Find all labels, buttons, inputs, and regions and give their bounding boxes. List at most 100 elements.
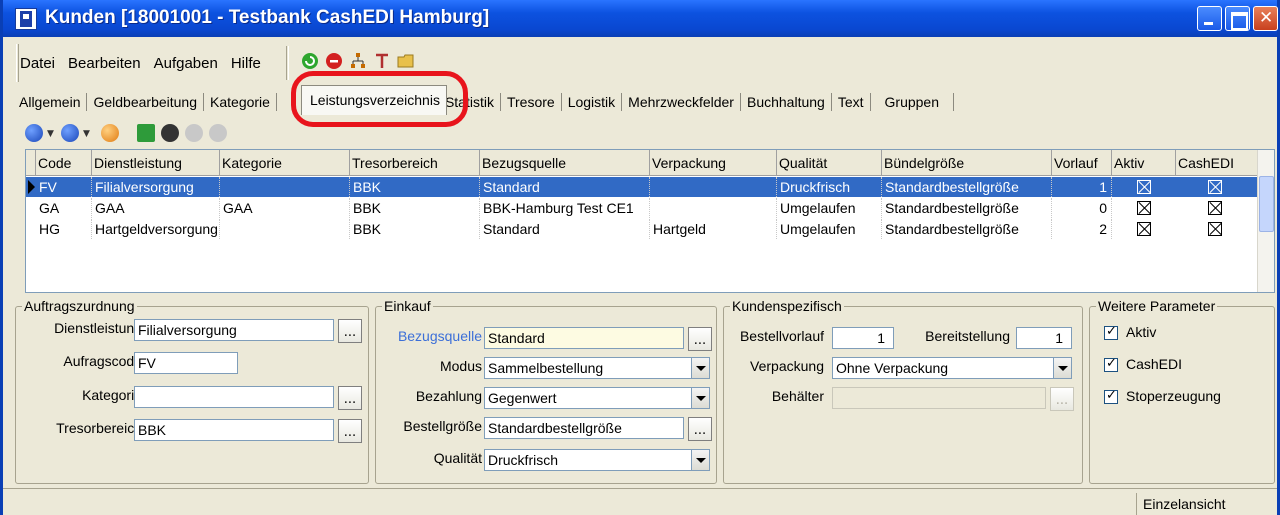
aktiv-checkbox[interactable] (1104, 324, 1118, 340)
bestellgroesse-label: Bestellgröße (403, 418, 482, 434)
table-row[interactable]: FV Filialversorgung BBK Standard Druckfr… (26, 177, 1258, 197)
column-header-cashedi[interactable]: CashEDI (1176, 150, 1258, 176)
bezahlung-dropdown-icon[interactable] (691, 388, 709, 408)
tab-tresore[interactable]: Tresore (501, 93, 562, 111)
column-header-buendelgroesse[interactable]: Bündelgröße (882, 150, 1052, 176)
tab-geldbearbeitung[interactable]: Geldbearbeitung (87, 93, 205, 111)
weitere-parameter-title: Weitere Parameter (1096, 298, 1218, 314)
confirm-icon[interactable] (209, 124, 227, 142)
auftragscode-label: Aufragscode (63, 353, 142, 369)
bereitstellung-field[interactable]: 1 (1016, 327, 1072, 349)
menubar-grip[interactable] (16, 44, 19, 82)
table-row[interactable]: HG Hartgeldversorgung BBK Standard Hartg… (26, 219, 1258, 239)
scrollbar-thumb[interactable] (1259, 176, 1274, 232)
column-header-qualitaet[interactable]: Qualität (777, 150, 882, 176)
tresorbereich-browse-button[interactable]: ... (338, 419, 362, 443)
tab-logistik[interactable]: Logistik (562, 93, 623, 111)
forward-icon[interactable] (61, 124, 79, 142)
row-header-corner (26, 150, 36, 176)
add-icon[interactable] (137, 124, 155, 142)
cell-code: GA (36, 198, 92, 218)
bestellgroesse-browse-button[interactable]: ... (688, 417, 712, 441)
cancel-icon[interactable] (185, 124, 203, 142)
auftragszuordnung-group: Auftragszurdnung Dienstleistung Filialve… (15, 298, 369, 484)
column-header-aktiv[interactable]: Aktiv (1112, 150, 1176, 176)
tab-mehrzweckfelder[interactable]: Mehrzweckfelder (622, 93, 741, 111)
lightning-icon[interactable] (101, 124, 119, 142)
stoperzeugung-label[interactable]: Stoperzeugung (1126, 388, 1221, 404)
kundenspezifisch-title: Kundenspezifisch (730, 298, 844, 314)
bezahlung-select[interactable]: Gegenwert (484, 387, 710, 409)
stoperzeugung-checkbox[interactable] (1104, 388, 1118, 404)
column-header-tresorbereich[interactable]: Tresorbereich (350, 150, 480, 176)
tresorbereich-field[interactable]: BBK (134, 419, 334, 441)
tresorbereich-label: Tresorbereich (56, 420, 142, 436)
column-header-dienstleistung[interactable]: Dienstleistung (92, 150, 220, 176)
cell-verpackung (650, 177, 777, 197)
stop-icon[interactable] (325, 52, 343, 70)
text-icon[interactable] (373, 52, 391, 70)
back-dropdown-icon[interactable]: ▼ (47, 129, 54, 139)
aktiv-checkbox[interactable] (1137, 201, 1151, 215)
delete-icon[interactable] (161, 124, 179, 142)
aktiv-label[interactable]: Aktiv (1126, 324, 1156, 340)
toolbar-separator (286, 46, 289, 80)
dienstleistung-browse-button[interactable]: ... (338, 319, 362, 343)
table-row[interactable]: GA GAA GAA BBK BBK-Hamburg Test CE1 Umge… (26, 198, 1258, 218)
aktiv-checkbox[interactable] (1137, 222, 1151, 236)
modus-select[interactable]: Sammelbestellung (484, 357, 710, 379)
menu-datei[interactable]: Datei (20, 55, 55, 72)
tab-buchhaltung[interactable]: Buchhaltung (741, 93, 832, 111)
cell-tresorbereich: BBK (350, 198, 480, 218)
kategorie-field[interactable] (134, 386, 334, 408)
bezugsquelle-link[interactable]: Bezugsquelle (398, 328, 482, 344)
bestellgroesse-field[interactable]: Standardbestellgröße (484, 417, 684, 439)
qualitaet-dropdown-icon[interactable] (691, 450, 709, 470)
cell-bezugsquelle: BBK-Hamburg Test CE1 (480, 198, 650, 218)
menu-hilfe[interactable]: Hilfe (231, 55, 261, 72)
tab-kategorie[interactable]: Kategorie (204, 93, 277, 111)
refresh-icon[interactable] (301, 52, 319, 70)
bestellvorlauf-field[interactable]: 1 (832, 327, 894, 349)
cell-code: HG (36, 219, 92, 239)
forward-dropdown-icon[interactable]: ▼ (83, 129, 90, 139)
modus-dropdown-icon[interactable] (691, 358, 709, 378)
cashedi-checkbox[interactable] (1208, 222, 1222, 236)
einkauf-group: Einkauf Bezugsquelle Standard ... Modus … (375, 298, 717, 484)
column-header-verpackung[interactable]: Verpackung (650, 150, 777, 176)
close-button[interactable] (1253, 6, 1278, 31)
back-icon[interactable] (25, 124, 43, 142)
tab-gruppen[interactable]: Gruppen (871, 93, 954, 111)
maximize-button[interactable] (1225, 6, 1250, 31)
tree-icon[interactable] (349, 52, 367, 70)
aktiv-checkbox[interactable] (1137, 180, 1151, 194)
verpackung-select[interactable]: Ohne Verpackung (832, 357, 1072, 379)
minimize-button[interactable] (1197, 6, 1222, 31)
qualitaet-select[interactable]: Druckfrisch (484, 449, 710, 471)
cashedi-checkbox[interactable] (1208, 201, 1222, 215)
menu-bearbeiten[interactable]: Bearbeiten (68, 55, 141, 72)
menu-aufgaben[interactable]: Aufgaben (154, 55, 218, 72)
bezugsquelle-field[interactable]: Standard (484, 327, 684, 349)
bezugsquelle-browse-button[interactable]: ... (688, 327, 712, 351)
behaelter-field (832, 387, 1046, 409)
verpackung-dropdown-icon[interactable] (1053, 358, 1071, 378)
cashedi-checkbox[interactable] (1208, 180, 1222, 194)
column-header-kategorie[interactable]: Kategorie (220, 150, 350, 176)
table-scrollbar[interactable] (1257, 150, 1274, 292)
dienstleistung-field[interactable]: Filialversorgung (134, 319, 334, 341)
column-header-bezugsquelle[interactable]: Bezugsquelle (480, 150, 650, 176)
cell-bezugsquelle: Standard (480, 177, 650, 197)
weitere-parameter-group: Weitere Parameter Aktiv CashEDI Stoperze… (1089, 298, 1275, 484)
auftragscode-field[interactable]: FV (134, 352, 238, 374)
folder-icon[interactable] (397, 52, 415, 70)
view-mode-status: Einzelansicht (1136, 493, 1275, 515)
kategorie-browse-button[interactable]: ... (338, 386, 362, 410)
tab-text[interactable]: Text (832, 93, 871, 111)
column-header-vorlauf[interactable]: Vorlauf (1052, 150, 1112, 176)
cashedi-checkbox[interactable] (1104, 356, 1118, 372)
title-bar[interactable]: Kunden [18001001 - Testbank CashEDI Hamb… (3, 0, 1278, 37)
cashedi-label[interactable]: CashEDI (1126, 356, 1182, 372)
column-header-code[interactable]: Code (36, 150, 92, 176)
tab-allgemein[interactable]: Allgemein (13, 93, 88, 111)
